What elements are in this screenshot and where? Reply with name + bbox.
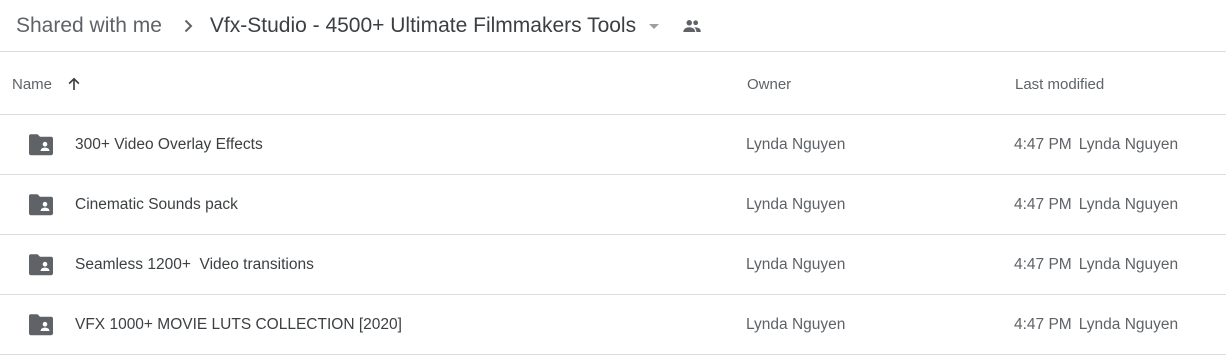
file-name: Cinematic Sounds pack [75, 195, 238, 213]
shared-folder-icon [29, 194, 53, 216]
column-last-modified-label: Last modified [1015, 75, 1105, 93]
column-name-label: Name [12, 75, 53, 93]
breadcrumb-shared-with-me[interactable]: Shared with me [16, 14, 162, 38]
file-name: VFX 1000+ MOVIE LUTS COLLECTION [2020] [75, 315, 402, 333]
drive-file-list-page: Shared with me Vfx-Studio - 4500+ Ultima… [0, 0, 1226, 356]
last-modified: 4:47 PM Lynda Nguyen [1014, 115, 1178, 174]
file-name: 300+ Video Overlay Effects [75, 135, 263, 153]
last-modified: 4:47 PM Lynda Nguyen [1014, 295, 1178, 354]
modified-time: 4:47 PM [1014, 255, 1072, 273]
shared-folder-icon [29, 134, 53, 156]
last-modified: 4:47 PM Lynda Nguyen [1014, 175, 1178, 234]
table-row[interactable]: Cinematic Sounds pack Lynda Nguyen 4:47 … [0, 175, 1226, 235]
table-row[interactable]: 300+ Video Overlay Effects Lynda Nguyen … [0, 115, 1226, 175]
modified-by: Lynda Nguyen [1078, 315, 1179, 333]
column-header-row: Name Owner Last modified [0, 53, 1226, 115]
modified-time: 4:47 PM [1014, 195, 1072, 213]
shared-folder-icon [29, 314, 53, 336]
modified-by: Lynda Nguyen [1078, 255, 1179, 273]
column-header-owner: Owner [747, 53, 791, 115]
owner-name: Lynda Nguyen [746, 255, 846, 273]
breadcrumb-current-folder[interactable]: Vfx-Studio - 4500+ Ultimate Filmmakers T… [210, 14, 636, 38]
modified-by: Lynda Nguyen [1078, 195, 1179, 213]
column-header-name[interactable]: Name [12, 53, 84, 115]
owner-name: Lynda Nguyen [746, 195, 846, 213]
modified-time: 4:47 PM [1014, 135, 1072, 153]
table-row[interactable]: VFX 1000+ MOVIE LUTS COLLECTION [2020] L… [0, 295, 1226, 355]
breadcrumb: Shared with me Vfx-Studio - 4500+ Ultima… [0, 0, 1226, 52]
modified-time: 4:47 PM [1014, 315, 1072, 333]
owner-name: Lynda Nguyen [746, 135, 846, 153]
arrow-drop-down-icon[interactable] [642, 14, 666, 38]
owner-name: Lynda Nguyen [746, 315, 846, 333]
chevron-right-icon [176, 14, 200, 38]
table-row[interactable]: Seamless 1200+ Video transitions Lynda N… [0, 235, 1226, 295]
column-header-last-modified[interactable]: Last modified [1015, 53, 1104, 115]
last-modified: 4:47 PM Lynda Nguyen [1014, 235, 1178, 294]
arrow-upward-icon[interactable] [64, 74, 84, 94]
column-owner-label: Owner [747, 75, 792, 93]
shared-folder-icon [29, 254, 53, 276]
file-list: 300+ Video Overlay Effects Lynda Nguyen … [0, 115, 1226, 355]
file-name: Seamless 1200+ Video transitions [75, 255, 314, 273]
modified-by: Lynda Nguyen [1078, 135, 1179, 153]
people-icon [680, 14, 704, 38]
